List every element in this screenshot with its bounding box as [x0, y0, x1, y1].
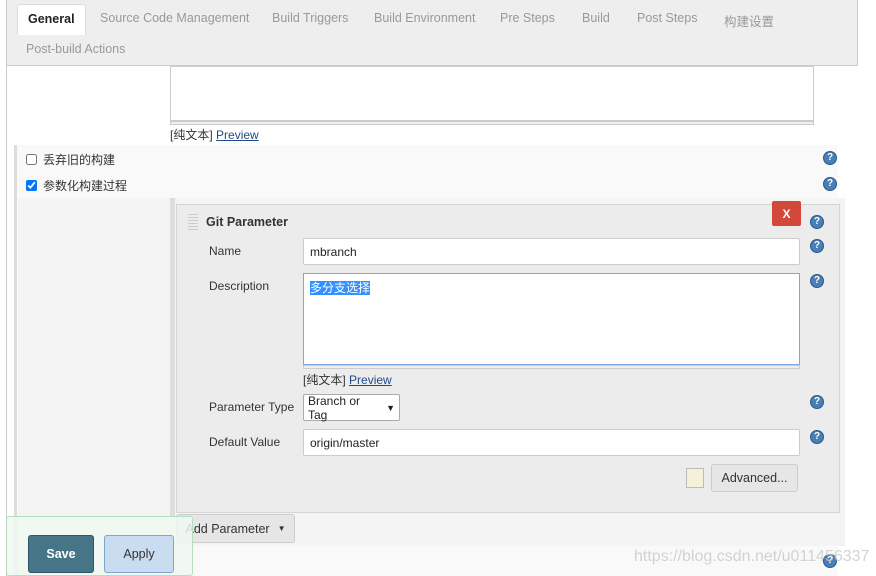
save-button[interactable]: Save — [28, 535, 94, 573]
parameter-type-select[interactable]: Branch or Tag ▼ — [303, 393, 400, 422]
advanced-button[interactable]: Advanced... — [711, 464, 798, 492]
parameterized-checkbox[interactable] — [26, 180, 37, 191]
dropdown-arrow-icon: ▼ — [386, 402, 395, 413]
notepad-icon — [686, 468, 704, 488]
option-label: 丢弃旧的构建 — [43, 153, 116, 167]
divider — [6, 66, 7, 576]
description-label: Description — [209, 279, 270, 293]
parameter-type-label: Parameter Type — [209, 400, 295, 414]
help-icon[interactable]: ? — [810, 239, 824, 253]
preview-link[interactable]: Preview — [349, 373, 392, 387]
block-title: Git Parameter — [206, 215, 288, 229]
help-icon[interactable]: ? — [823, 177, 837, 191]
discard-old-builds-option[interactable]: 丢弃旧的构建 — [26, 151, 115, 168]
tab-source-code-management[interactable]: Source Code Management — [100, 11, 249, 25]
tab-post-build-actions[interactable]: Post-build Actions — [26, 42, 125, 56]
selected-value: Branch or Tag — [308, 393, 361, 422]
help-icon[interactable]: ? — [810, 395, 824, 409]
watermark: https://blog.csdn.net/u011456337 — [634, 548, 870, 565]
name-label: Name — [209, 244, 242, 258]
plain-text-label: [纯文本] — [303, 373, 346, 387]
tab-build[interactable]: Build — [582, 11, 610, 25]
description-textarea[interactable] — [170, 66, 814, 121]
tab-post-steps[interactable]: Post Steps — [637, 11, 697, 25]
name-input[interactable]: mbranch — [303, 238, 800, 265]
default-value-input[interactable]: origin/master — [303, 429, 800, 456]
parameterized-option[interactable]: 参数化构建过程 — [26, 177, 127, 194]
resize-handle[interactable] — [170, 121, 814, 125]
help-icon[interactable]: ? — [810, 274, 824, 288]
add-parameter-label: Add Parameter — [185, 521, 270, 536]
caret-down-icon: ▼ — [277, 524, 286, 533]
editor-format-row: [纯文本] Preview — [303, 371, 392, 388]
preview-link[interactable]: Preview — [216, 128, 259, 142]
tab-pre-steps[interactable]: Pre Steps — [500, 11, 555, 25]
tab-build-triggers[interactable]: Build Triggers — [272, 11, 348, 25]
resize-handle[interactable] — [303, 365, 800, 369]
description-text: 多分支选择 — [310, 281, 371, 295]
tab-build-settings[interactable]: 构建设置 — [724, 11, 774, 30]
editor-format-row: [纯文本] Preview — [170, 126, 259, 143]
default-value-label: Default Value — [209, 435, 281, 449]
tab-general[interactable]: General — [17, 4, 86, 35]
divider — [170, 198, 175, 516]
apply-button[interactable]: Apply — [104, 535, 174, 573]
help-icon[interactable]: ? — [823, 151, 837, 165]
drag-handle-icon[interactable] — [188, 214, 198, 230]
discard-old-builds-checkbox[interactable] — [26, 154, 37, 165]
tab-build-environment[interactable]: Build Environment — [374, 11, 475, 25]
parameter-description-textarea[interactable]: 多分支选择 — [303, 273, 800, 365]
help-icon[interactable]: ? — [810, 215, 824, 229]
help-icon[interactable]: ? — [810, 430, 824, 444]
option-label: 参数化构建过程 — [43, 179, 128, 193]
plain-text-label: [纯文本] — [170, 128, 213, 142]
tab-bar: General Source Code Management Build Tri… — [6, 0, 858, 66]
add-parameter-button[interactable]: Add Parameter ▼ — [176, 514, 295, 543]
delete-button[interactable]: X — [772, 201, 801, 226]
